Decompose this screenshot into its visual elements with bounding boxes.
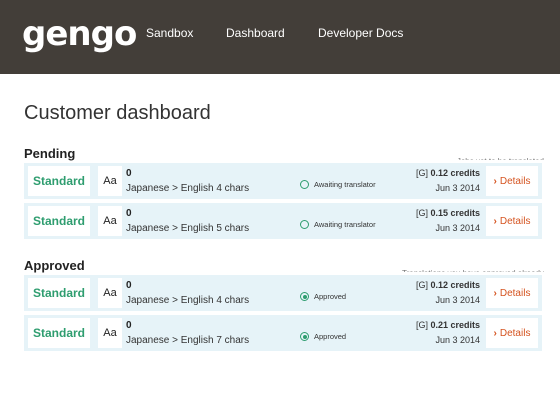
- details-label: Details: [499, 175, 531, 187]
- job-date: Jun 3 2014: [435, 223, 480, 233]
- credits-prefix: [G]: [415, 320, 428, 330]
- job-row: Standard Aa 0 Japanese > English 4 chars…: [24, 163, 542, 199]
- credits-prefix: [G]: [415, 280, 428, 290]
- details-button[interactable]: › Details: [486, 166, 538, 196]
- details-label: Details: [499, 327, 531, 339]
- job-status: Approved: [300, 292, 346, 301]
- page-title: Customer dashboard: [24, 102, 211, 124]
- details-button[interactable]: › Details: [486, 206, 538, 236]
- section-title-pending: Pending: [24, 146, 76, 161]
- chevron-right-icon: ›: [493, 287, 497, 299]
- job-date: Jun 3 2014: [435, 335, 480, 345]
- nav-developer-docs[interactable]: Developer Docs: [318, 26, 403, 40]
- job-description: Japanese > English 4 chars: [126, 183, 250, 194]
- credits-value: 0.12 credits: [430, 168, 480, 178]
- details-label: Details: [499, 215, 531, 227]
- section-title-approved: Approved: [24, 258, 85, 273]
- credits-value: 0.15 credits: [430, 208, 480, 218]
- job-credits: [G] 0.15 credits: [416, 208, 480, 218]
- nav-dashboard[interactable]: Dashboard: [226, 26, 285, 40]
- job-count: 0: [126, 168, 132, 179]
- job-type-icon: Aa: [98, 278, 122, 308]
- job-credits: [G] 0.12 credits: [416, 168, 480, 178]
- job-status: Approved: [300, 332, 346, 341]
- details-label: Details: [499, 287, 531, 299]
- job-count: 0: [126, 280, 132, 291]
- status-label: Approved: [314, 292, 347, 301]
- details-button[interactable]: › Details: [486, 318, 538, 348]
- job-type-icon: Aa: [98, 206, 122, 236]
- job-description: Japanese > English 4 chars: [126, 295, 250, 306]
- section-note-approved: Translations you have approved already: [402, 268, 544, 272]
- circle-filled-icon: [300, 292, 309, 301]
- circle-outline-icon: [300, 180, 309, 189]
- chevron-right-icon: ›: [493, 215, 497, 227]
- tier-badge: Standard: [28, 278, 90, 308]
- job-date: Jun 3 2014: [435, 183, 480, 193]
- credits-prefix: [G]: [415, 208, 428, 218]
- chevron-right-icon: ›: [493, 175, 497, 187]
- section-note-pending: Jobs yet to be translated: [457, 156, 544, 160]
- status-label: Awaiting translator: [314, 180, 376, 189]
- job-date: Jun 3 2014: [435, 295, 480, 305]
- job-type-icon: Aa: [98, 166, 122, 196]
- circle-outline-icon: [300, 220, 309, 229]
- job-status: Awaiting translator: [300, 220, 376, 229]
- tier-badge: Standard: [28, 206, 90, 236]
- job-count: 0: [126, 208, 132, 219]
- job-description: Japanese > English 7 chars: [126, 335, 250, 346]
- status-label: Awaiting translator: [314, 220, 376, 229]
- tier-badge: Standard: [28, 166, 90, 196]
- job-count: 0: [126, 320, 132, 331]
- chevron-right-icon: ›: [493, 327, 497, 339]
- job-credits: [G] 0.21 credits: [416, 320, 480, 330]
- job-row: Standard Aa 0 Japanese > English 4 chars…: [24, 275, 542, 311]
- credits-value: 0.12 credits: [430, 280, 480, 290]
- job-type-icon: Aa: [98, 318, 122, 348]
- top-navigation-bar: gengo Sandbox Dashboard Developer Docs: [0, 0, 560, 74]
- credits-value: 0.21 credits: [430, 320, 480, 330]
- job-row: Standard Aa 0 Japanese > English 7 chars…: [24, 315, 542, 351]
- job-row: Standard Aa 0 Japanese > English 5 chars…: [24, 203, 542, 239]
- gengo-logo[interactable]: gengo: [22, 14, 137, 54]
- nav-sandbox[interactable]: Sandbox: [146, 26, 193, 40]
- job-credits: [G] 0.12 credits: [416, 280, 480, 290]
- job-description: Japanese > English 5 chars: [126, 223, 250, 234]
- credits-prefix: [G]: [415, 168, 428, 178]
- tier-badge: Standard: [28, 318, 90, 348]
- details-button[interactable]: › Details: [486, 278, 538, 308]
- circle-filled-icon: [300, 332, 309, 341]
- status-label: Approved: [314, 332, 347, 341]
- job-status: Awaiting translator: [300, 180, 376, 189]
